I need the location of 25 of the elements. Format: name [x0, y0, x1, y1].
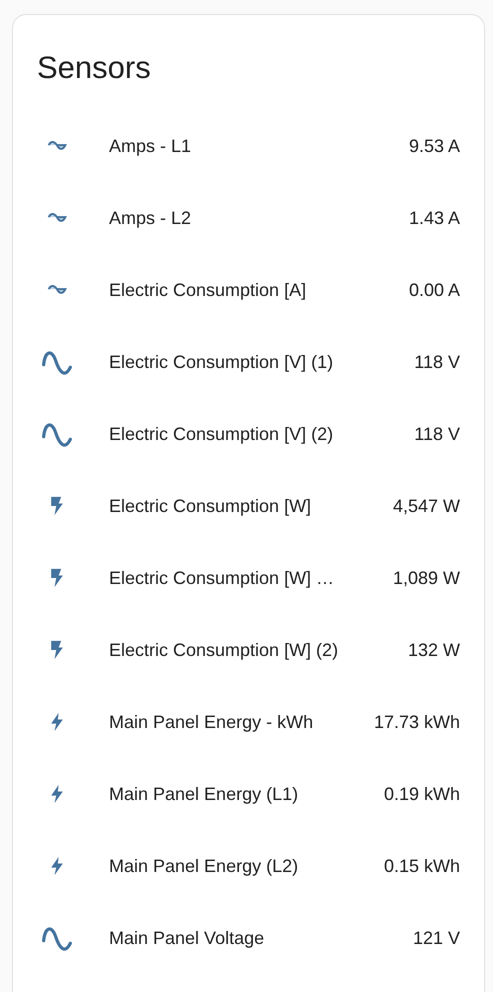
- sensor-name[interactable]: Electric Consumption [W] …: [109, 568, 381, 588]
- card-title: Sensors: [37, 49, 151, 86]
- sensor-value: 17.73 kWh: [374, 712, 460, 732]
- sensor-value: 118 V: [414, 352, 460, 372]
- sensor-value: 118 V: [414, 424, 460, 444]
- sensor-name[interactable]: Electric Consumption [V] (2): [109, 424, 402, 444]
- sensor-name[interactable]: Main Panel Energy (L1): [109, 784, 372, 804]
- sensor-name[interactable]: Electric Consumption [W]: [109, 496, 381, 516]
- sensor-name[interactable]: Amps - L1: [109, 136, 397, 156]
- sensor-value: 1.43 A: [408, 208, 460, 228]
- sensor-name[interactable]: Electric Consumption [V] (1): [109, 352, 402, 372]
- sensor-value: 4,547 W: [392, 496, 460, 516]
- sensor-value: 121 V: [412, 928, 460, 948]
- sensor-name[interactable]: Main Panel Energy - kWh: [109, 712, 362, 732]
- sensor-value: 0.15 kWh: [384, 856, 460, 876]
- sensor-name[interactable]: Main Panel Voltage: [109, 928, 401, 948]
- sensor-value: 0.00 A: [408, 280, 460, 300]
- sensor-value: 1,089 W: [392, 568, 460, 588]
- sensor-name[interactable]: Electric Consumption [W] (2): [109, 640, 396, 660]
- sensor-name[interactable]: Main Panel Energy (L2): [109, 856, 372, 876]
- sensor-name[interactable]: Electric Consumption [A]: [109, 280, 397, 300]
- sensor-value: 132 W: [408, 640, 460, 660]
- sensor-name[interactable]: Amps - L2: [109, 208, 397, 228]
- sensor-value: 9.53 A: [408, 136, 460, 156]
- sensor-value: 0.19 kWh: [384, 784, 460, 804]
